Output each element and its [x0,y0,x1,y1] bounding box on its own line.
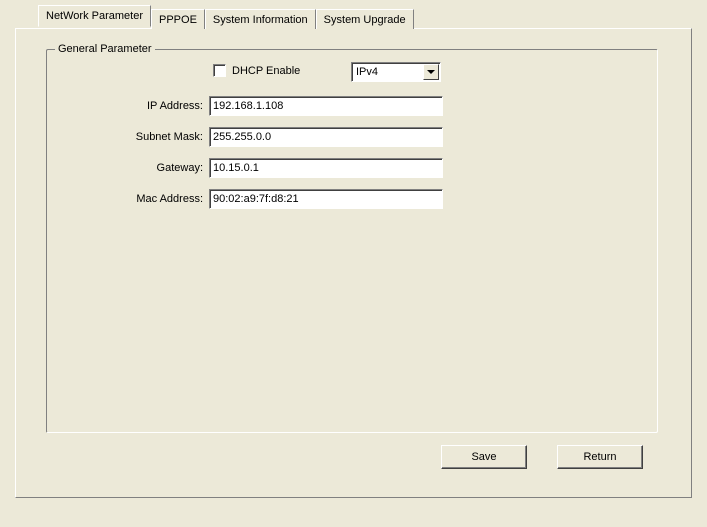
subnet-mask-input[interactable] [209,127,443,147]
dhcp-enable-checkbox[interactable] [213,64,226,77]
network-config-window: NetWork Parameter PPPOE System Informati… [0,0,707,527]
tab-bar: NetWork Parameter PPPOE System Informati… [38,9,414,29]
gateway-label: Gateway: [119,162,209,174]
subnet-mask-label: Subnet Mask: [119,131,209,143]
ip-address-input[interactable] [209,96,443,116]
dropdown-button[interactable] [423,64,439,80]
fieldset-legend: General Parameter [55,43,155,55]
ip-version-select[interactable]: IPv4 [351,62,441,82]
dhcp-enable-label: DHCP Enable [232,65,300,77]
tab-system-information[interactable]: System Information [205,9,316,29]
mac-address-input [209,189,443,209]
ip-version-value: IPv4 [352,63,422,81]
save-button[interactable]: Save [441,445,527,469]
tab-system-upgrade[interactable]: System Upgrade [316,9,414,29]
return-button[interactable]: Return [557,445,643,469]
chevron-down-icon [427,70,435,74]
gateway-input[interactable] [209,158,443,178]
mac-address-label: Mac Address: [119,193,209,205]
general-parameter-fieldset: General Parameter DHCP Enable IPv4 IP Ad… [46,49,658,433]
ip-address-label: IP Address: [119,100,209,112]
tab-pppoe[interactable]: PPPOE [151,9,205,29]
tab-network-parameter[interactable]: NetWork Parameter [38,5,151,27]
tab-panel: General Parameter DHCP Enable IPv4 IP Ad… [15,28,692,498]
